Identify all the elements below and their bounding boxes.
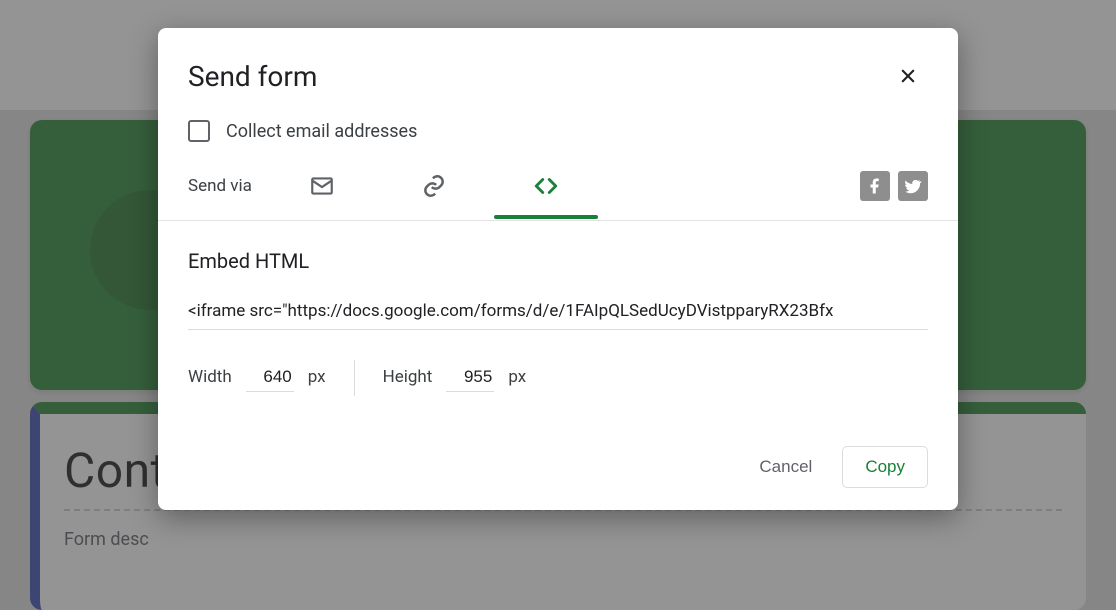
social-buttons — [860, 171, 928, 201]
collect-emails-checkbox[interactable] — [188, 120, 210, 142]
tab-link[interactable] — [412, 164, 456, 208]
height-label: Height — [383, 367, 433, 387]
send-via-label: Send via — [188, 176, 252, 196]
dimensions-row: Width px Height px — [188, 360, 928, 396]
height-unit: px — [508, 367, 526, 387]
embed-section: Embed HTML Width px Height px — [158, 221, 958, 396]
close-button[interactable] — [888, 56, 928, 96]
collect-emails-label: Collect email addresses — [226, 121, 417, 142]
email-icon — [309, 173, 335, 199]
width-unit: px — [308, 367, 326, 387]
embed-section-title: Embed HTML — [188, 249, 928, 273]
dialog-header: Send form — [158, 56, 958, 96]
dialog-actions: Cancel Copy — [158, 396, 958, 488]
share-twitter-button[interactable] — [898, 171, 928, 201]
embed-html-input[interactable] — [188, 297, 928, 330]
height-input[interactable] — [446, 365, 494, 392]
twitter-icon — [904, 177, 922, 195]
share-facebook-button[interactable] — [860, 171, 890, 201]
copy-button[interactable]: Copy — [842, 446, 928, 488]
cancel-button[interactable]: Cancel — [737, 446, 834, 488]
link-icon — [421, 173, 447, 199]
embed-icon — [533, 173, 559, 199]
dim-separator — [354, 360, 355, 396]
dialog-title: Send form — [188, 60, 317, 93]
width-group: Width px — [188, 365, 326, 392]
width-input[interactable] — [246, 365, 294, 392]
send-form-dialog: Send form Collect email addresses Send v… — [158, 28, 958, 510]
tab-email[interactable] — [300, 164, 344, 208]
send-via-row: Send via — [158, 142, 958, 208]
facebook-icon — [866, 177, 884, 195]
close-icon — [898, 66, 918, 86]
tab-embed[interactable] — [524, 164, 568, 208]
collect-emails-row: Collect email addresses — [158, 96, 958, 142]
send-via-tabs — [300, 164, 568, 208]
width-label: Width — [188, 367, 232, 387]
height-group: Height px — [383, 365, 527, 392]
